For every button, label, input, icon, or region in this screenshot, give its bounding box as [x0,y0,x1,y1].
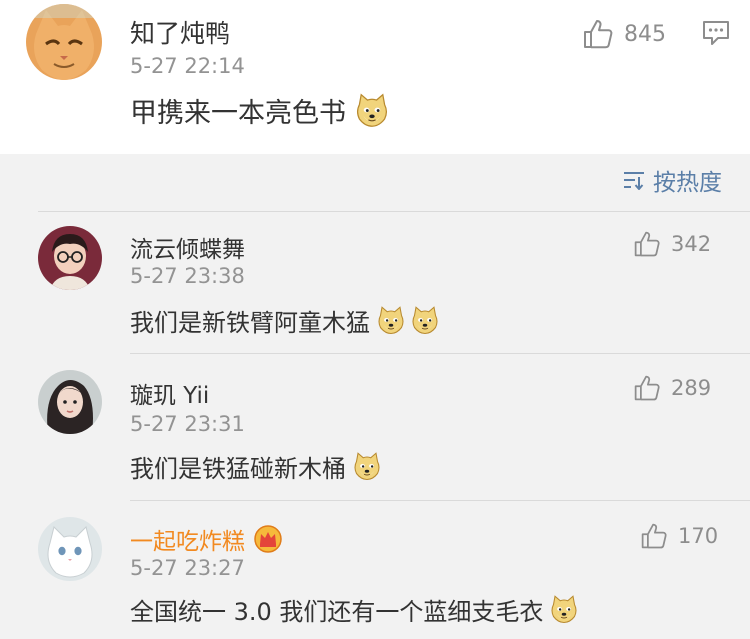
comment-text: 全国统一 3.0 我们还有一个蓝细支毛衣 [130,592,579,626]
post-text-content: 甲携来一本亮色书 [130,97,346,129]
comment-text: 我们是新铁臂阿童木猛 [130,303,440,337]
comment-username[interactable]: 璇玑 Yii [130,376,209,410]
main-post: 知了炖鸭 5-27 22:14 甲携来一本亮色书 845 [0,0,750,154]
comment-text-content: 我们是铁猛碰新木桶 [130,454,346,483]
comment-timestamp: 5-27 23:38 [130,264,245,288]
divider [130,353,750,354]
avatar[interactable] [26,4,102,80]
doge-emoji [354,92,390,128]
comment-username[interactable]: 流云倾蝶舞 [130,230,245,264]
divider [38,211,750,212]
comment-text: 我们是铁猛碰新木桶 [130,449,382,483]
sort-bar: 按热度 [0,154,750,212]
doge-emoji [549,594,579,624]
post-username[interactable]: 知了炖鸭 [130,14,230,50]
comment-username-text: 一起吃炸糕 [130,529,245,555]
doge-emoji [410,305,440,335]
sort-button[interactable]: 按热度 [623,163,722,197]
comment-like-button[interactable]: 342 [633,230,711,258]
comment-icon[interactable] [702,20,730,46]
thumb-up-icon [640,522,668,550]
post-text: 甲携来一本亮色书 [130,92,390,129]
comment-timestamp: 5-27 23:31 [130,412,245,436]
sort-label: 按热度 [653,170,722,196]
comment-username[interactable]: 一起吃炸糕 [130,522,283,556]
avatar[interactable] [38,517,102,581]
comment-timestamp: 5-27 23:27 [130,556,245,580]
avatar[interactable] [38,226,102,290]
comment-like-button[interactable]: 170 [640,522,718,550]
doge-emoji [376,305,406,335]
comment-like-count: 289 [671,376,712,400]
comment-like-count: 342 [671,232,712,256]
thumb-up-icon [633,230,661,258]
avatar[interactable] [38,370,102,434]
comment-text-content: 全国统一 3.0 我们还有一个蓝细支毛衣 [130,597,544,626]
comment-text-content: 我们是新铁臂阿童木猛 [130,308,370,337]
post-timestamp: 5-27 22:14 [130,54,245,78]
divider [130,500,750,501]
post-like-count: 845 [624,21,666,47]
vip-crown-icon [253,525,283,553]
thumb-up-icon [633,374,661,402]
comment-like-count: 170 [678,524,719,548]
sort-icon [623,170,645,191]
comment-like-button[interactable]: 289 [633,374,711,402]
post-like-button[interactable]: 845 [582,18,666,50]
thumb-up-icon [582,18,614,50]
doge-emoji [352,451,382,481]
